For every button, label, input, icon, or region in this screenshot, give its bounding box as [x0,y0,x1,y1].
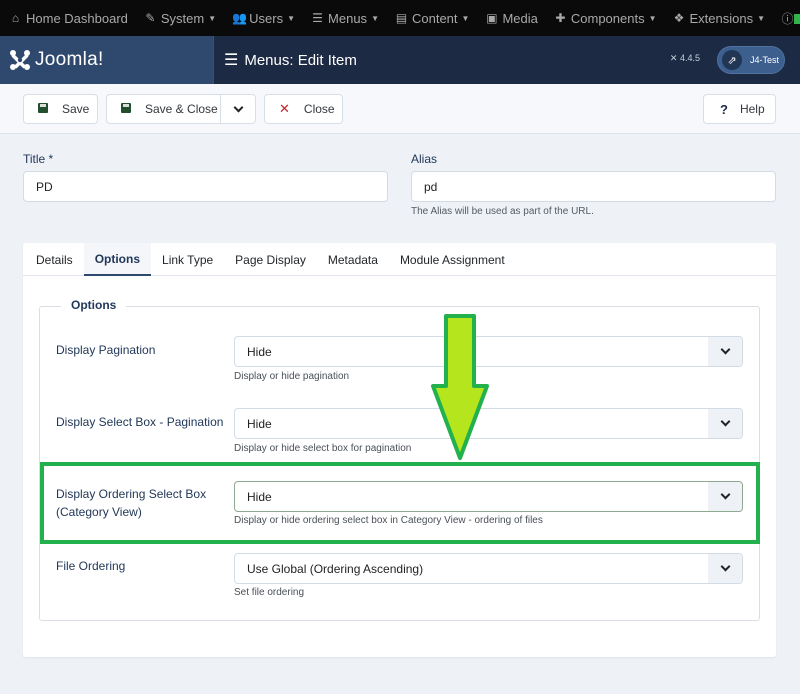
display-select-box-pagination-select[interactable]: Hide [234,408,743,439]
cubes-icon: ❖ [673,11,685,25]
file-ordering-select[interactable]: Use Global (Ordering Ascending) [234,553,743,584]
save-button[interactable]: Save [23,94,98,124]
info-icon: ⓘ [781,11,794,26]
display-select-box-pagination-label: Display Select Box - Pagination [56,415,224,429]
caret-down-icon: ▼ [371,13,379,23]
joomla-logo[interactable]: Joomla! [0,36,214,84]
list-icon: ☰ [312,11,323,25]
display-pagination-label: Display Pagination [56,343,156,357]
version-label: ✕ 4.4.5 [669,53,700,63]
chevron-down-icon [708,409,742,438]
menu-menus[interactable]: ☰ Menus ▼ [311,11,379,26]
wrench-icon: ✎ [145,11,156,25]
tab-details[interactable]: Details [25,243,84,276]
save-close-button[interactable]: Save & Close [106,94,256,124]
alias-input[interactable]: pd [411,171,776,202]
menu-media[interactable]: ▣ Media [485,11,538,26]
display-ordering-select-box-label: Display Ordering Select Box (Category Vi… [56,487,207,519]
chevron-down-icon [233,102,243,112]
caret-down-icon: ▼ [461,13,470,23]
joomla-logo-icon [10,50,30,70]
home-icon: ⌂ [11,11,20,25]
display-select-box-pagination-hint: Display or hide select box for paginatio… [234,443,412,454]
alias-label: Alias [411,152,438,166]
status-indicator [794,14,800,24]
save-icon [121,102,131,116]
chevron-down-icon [708,482,742,511]
joomla-small-icon: ✕ [669,53,680,63]
puzzle-icon: ✚ [555,11,566,25]
alias-hint: The Alias will be used as part of the UR… [411,206,594,217]
page-header: Joomla! ☰ Menus: Edit Item ✕ 4.4.5 ⇗ J4-… [0,36,800,84]
menu-system[interactable]: ✎ System ▼ [144,11,216,26]
chevron-down-icon [708,337,742,366]
display-pagination-select[interactable]: Hide [234,336,743,367]
tab-link-type[interactable]: Link Type [151,243,224,276]
caret-down-icon: ▼ [757,13,766,23]
view-site-button[interactable]: ⇗ J4-Test [717,46,785,74]
caret-down-icon: ▼ [648,13,657,23]
page-title: Menus: Edit Item [244,51,357,69]
tab-page-display[interactable]: Page Display [224,243,317,276]
title-input[interactable]: PD [23,171,388,202]
list-icon: ☰ [224,52,239,69]
file-ordering-hint: Set file ordering [234,587,305,598]
display-ordering-select-box-hint: Display or hide ordering select box in C… [234,515,543,526]
file-ordering-label: File Ordering [56,559,126,573]
external-link-icon: ⇗ [722,50,742,70]
tab-bar: Details Options Link Type Page Display M… [23,243,776,276]
caret-down-icon: ▼ [287,13,296,23]
display-pagination-hint: Display or hide pagination [234,371,350,382]
toolbar: Save Save & Close ✕ Close ? Help [0,84,800,134]
caret-down-icon: ▼ [208,13,217,23]
save-icon [38,102,48,116]
options-legend: Options [61,298,127,312]
close-button[interactable]: ✕ Close [264,94,343,124]
close-icon: ✕ [279,101,290,116]
title-label: Title * [23,152,54,166]
edit-card: Details Options Link Type Page Display M… [23,243,776,657]
display-ordering-select-box-select[interactable]: Hide [234,481,743,512]
chevron-down-icon [708,554,742,583]
question-icon: ? [720,101,728,117]
users-icon: 👥 [232,11,248,25]
image-icon: ▣ [486,11,498,25]
tab-metadata[interactable]: Metadata [317,243,389,276]
save-options-dropdown[interactable] [220,95,255,123]
tab-options[interactable]: Options [83,243,152,276]
menu-content[interactable]: ▤ Content ▼ [395,11,470,26]
menu-users[interactable]: 👥 Users ▼ [232,11,295,26]
menu-extensions[interactable]: ❖ Extensions ▼ [673,11,766,26]
admin-top-menu: ⌂ Home Dashboard ✎ System ▼ 👥 Users ▼ ☰ Menus ▼… [0,0,800,36]
help-button[interactable]: ? Help [703,94,776,124]
tab-module-assignment[interactable]: Module Assignment [389,243,516,276]
file-icon: ▤ [395,11,408,25]
menu-components[interactable]: ✚ Components ▼ [554,11,657,26]
menu-home-dashboard[interactable]: ⌂ Home Dashboard [9,11,128,26]
